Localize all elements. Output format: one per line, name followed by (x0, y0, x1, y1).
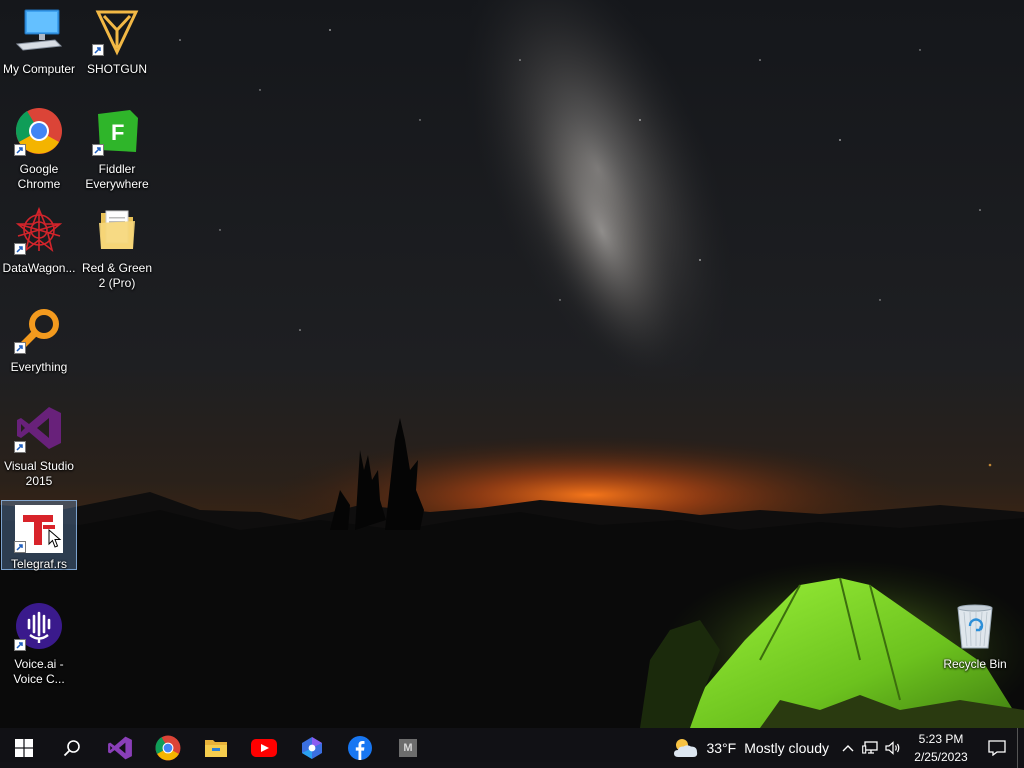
weather-temperature: 33°F (706, 740, 737, 756)
desktop-icon-my-computer[interactable]: My Computer (1, 2, 77, 98)
cloud-sun-icon (674, 739, 698, 757)
desktop-icon-label: Red & Green 2 (Pro) (81, 261, 153, 290)
m-app-icon: M (399, 739, 417, 757)
recycle-bin-icon (950, 601, 1000, 651)
youtube-icon (251, 739, 277, 757)
taskbar-copilot[interactable] (288, 728, 336, 768)
desktop-icon-voice-ai[interactable]: Voice.ai - Voice C... (1, 597, 77, 693)
shortcut-arrow-icon (14, 541, 26, 553)
taskbar-m-app[interactable]: M (384, 728, 432, 768)
desktop-icon-telegraf-rs[interactable]: Telegraf.rs (1, 500, 77, 571)
desktop-icon-label: DataWagon... (2, 261, 76, 275)
desktop-icon-label: My Computer (2, 62, 76, 76)
desktop-icon-label: Telegraf.rs (10, 557, 68, 571)
search-icon (63, 740, 80, 757)
network-button[interactable] (859, 728, 881, 768)
volume-button[interactable] (881, 728, 905, 768)
chevron-up-icon (842, 745, 854, 752)
desktop-icon-google-chrome[interactable]: Google Chrome (1, 102, 77, 198)
volume-icon (885, 741, 900, 755)
desktop-icon-shotgun[interactable]: SHOTGUN (79, 2, 155, 98)
fiddler-icon: F (92, 106, 142, 156)
clock-date: 2/25/2023 (914, 750, 968, 764)
taskbar-visual-studio[interactable] (96, 728, 144, 768)
taskbar-clock[interactable]: 5:23 PM 2/25/2023 (905, 730, 977, 766)
shortcut-arrow-icon (14, 144, 26, 156)
folder-icon (92, 205, 142, 255)
svg-text:F: F (111, 120, 124, 145)
desktop-icon-fiddler-everywhere[interactable]: F Fiddler Everywhere (79, 102, 155, 198)
desktop-icon-label: Recycle Bin (943, 657, 1007, 671)
shortcut-arrow-icon (92, 44, 104, 56)
desktop-icon-red-green-2-pro[interactable]: Red & Green 2 (Pro) (79, 201, 155, 297)
mouse-cursor-icon (48, 529, 62, 548)
datawagon-icon (14, 205, 64, 255)
shortcut-arrow-icon (14, 342, 26, 354)
desktop-icon-visual-studio-2015[interactable]: Visual Studio 2015 (1, 399, 77, 495)
start-button[interactable] (0, 728, 48, 768)
shotgun-icon (92, 6, 142, 56)
desktop-icon-label: Everything (10, 360, 68, 374)
show-hidden-icons-button[interactable] (837, 728, 859, 768)
taskbar-file-explorer[interactable] (192, 728, 240, 768)
desktop-icon-label: Fiddler Everywhere (85, 162, 149, 191)
taskbar-youtube[interactable] (240, 728, 288, 768)
clock-time: 5:23 PM (918, 732, 964, 746)
weather-condition: Mostly cloudy (744, 740, 829, 756)
show-desktop-button[interactable] (1017, 728, 1024, 768)
taskbar-facebook[interactable] (336, 728, 384, 768)
shortcut-arrow-icon (14, 639, 26, 651)
shortcut-arrow-icon (14, 243, 26, 255)
everything-icon (14, 304, 64, 354)
facebook-icon (348, 736, 372, 760)
telegraf-icon (14, 505, 64, 553)
copilot-icon (302, 737, 322, 759)
computer-icon (14, 6, 64, 56)
desktop-icon-everything[interactable]: Everything (1, 300, 77, 396)
taskbar: M 33°F Mostly cloudy 5:23 PM 2/25/2023 (0, 728, 1024, 768)
voiceai-icon (14, 601, 64, 651)
action-center-button[interactable] (977, 728, 1017, 768)
desktop-icon-label: Visual Studio 2015 (4, 459, 74, 488)
network-icon (862, 741, 878, 754)
visual-studio-icon (108, 736, 132, 760)
visual-studio-icon (14, 403, 64, 453)
search-button[interactable] (48, 728, 96, 768)
notification-icon (988, 740, 1006, 756)
shortcut-arrow-icon (14, 441, 26, 453)
weather-widget[interactable]: 33°F Mostly cloudy (664, 728, 837, 768)
file-explorer-icon (205, 740, 227, 757)
chrome-icon (14, 106, 64, 156)
m-app-letter: M (403, 742, 413, 754)
chrome-icon (155, 735, 181, 761)
desktop-icon-label: Voice.ai - Voice C... (13, 657, 65, 686)
shortcut-arrow-icon (92, 144, 104, 156)
system-tray: 33°F Mostly cloudy 5:23 PM 2/25/2023 (664, 728, 1024, 768)
desktop-icon-recycle-bin[interactable]: Recycle Bin (937, 597, 1013, 693)
desktop-icon-label: SHOTGUN (87, 62, 147, 76)
taskbar-chrome[interactable] (144, 728, 192, 768)
desktop-icon-datawagon[interactable]: DataWagon... (1, 201, 77, 297)
start-icon (15, 739, 33, 757)
desktop-icon-label: Google Chrome (17, 162, 61, 191)
